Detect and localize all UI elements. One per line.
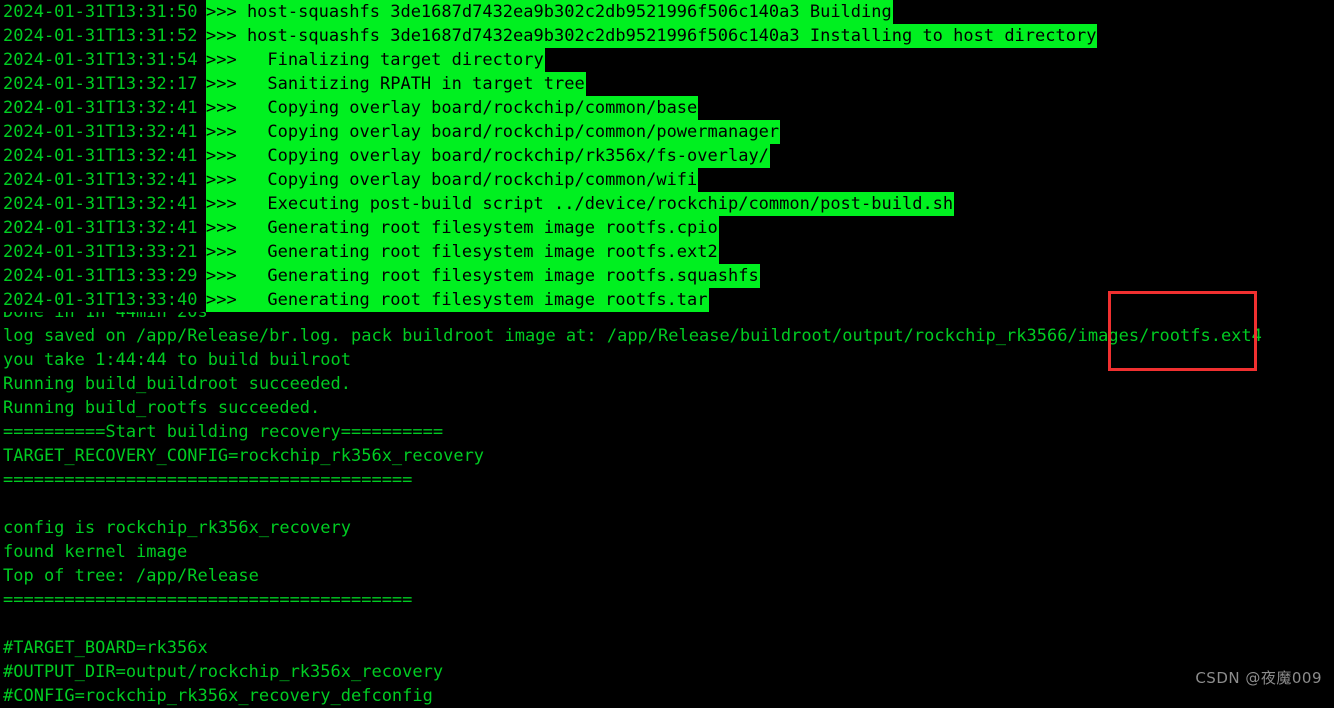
log-row: 2024-01-31T13:33:29 >>> Generating root … bbox=[0, 264, 1334, 288]
log-message: >>> Generating root filesystem image roo… bbox=[206, 264, 760, 288]
log-timestamp: 2024-01-31T13:32:41 bbox=[0, 192, 206, 216]
highlighted-log-block: 2024-01-31T13:31:50 >>> host-squashfs 3d… bbox=[0, 0, 1334, 312]
log-message: >>> Executing post-build script ../devic… bbox=[206, 192, 955, 216]
log-line: ======================================== bbox=[3, 470, 413, 490]
log-timestamp: 2024-01-31T13:32:41 bbox=[0, 96, 206, 120]
log-line: #TARGET_BOARD=rk356x bbox=[3, 638, 208, 658]
log-message: >>> Copying overlay board/rockchip/commo… bbox=[206, 168, 699, 192]
log-row: 2024-01-31T13:32:41 >>> Copying overlay … bbox=[0, 168, 1334, 192]
log-timestamp: 2024-01-31T13:32:41 bbox=[0, 216, 206, 240]
log-line: #CONFIG=rockchip_rk356x_recovery_defconf… bbox=[3, 686, 433, 706]
log-row: 2024-01-31T13:31:52 >>> host-squashfs 3d… bbox=[0, 24, 1334, 48]
log-message: >>> Generating root filesystem image roo… bbox=[206, 216, 719, 240]
log-row: 2024-01-31T13:32:41 >>> Generating root … bbox=[0, 216, 1334, 240]
log-row: 2024-01-31T13:32:17 >>> Sanitizing RPATH… bbox=[0, 72, 1334, 96]
log-timestamp: 2024-01-31T13:32:41 bbox=[0, 144, 206, 168]
log-line: Top of tree: /app/Release bbox=[3, 566, 259, 586]
log-timestamp: 2024-01-31T13:32:41 bbox=[0, 168, 206, 192]
log-line: log saved on /app/Release/br.log. pack b… bbox=[3, 326, 1262, 346]
plain-log-block: Done in 1h 44min 20s log saved on /app/R… bbox=[3, 300, 1334, 708]
log-line-blank bbox=[3, 492, 1334, 516]
log-message: >>> host-squashfs 3de1687d7432ea9b302c2d… bbox=[206, 0, 893, 24]
log-row: 2024-01-31T13:32:41 >>> Copying overlay … bbox=[0, 96, 1334, 120]
log-message: >>> Copying overlay board/rockchip/rk356… bbox=[206, 144, 770, 168]
log-timestamp: 2024-01-31T13:31:54 bbox=[0, 48, 206, 72]
log-message: >>> Copying overlay board/rockchip/commo… bbox=[206, 120, 781, 144]
log-timestamp: 2024-01-31T13:31:50 bbox=[0, 0, 206, 24]
log-row: 2024-01-31T13:32:41 >>> Copying overlay … bbox=[0, 144, 1334, 168]
log-message: >>> Sanitizing RPATH in target tree bbox=[206, 72, 586, 96]
log-row: 2024-01-31T13:33:40 >>> Generating root … bbox=[0, 288, 1334, 312]
log-timestamp: 2024-01-31T13:33:29 bbox=[0, 264, 206, 288]
log-line: config is rockchip_rk356x_recovery bbox=[3, 518, 351, 538]
log-line-blank bbox=[3, 612, 1334, 636]
log-line: Running build_rootfs succeeded. bbox=[3, 398, 321, 418]
log-row: 2024-01-31T13:32:41 >>> Copying overlay … bbox=[0, 120, 1334, 144]
log-line: ======================================== bbox=[3, 590, 413, 610]
log-line: Running build_buildroot succeeded. bbox=[3, 374, 351, 394]
log-timestamp: 2024-01-31T13:33:40 bbox=[0, 288, 206, 312]
log-message: >>> Generating root filesystem image roo… bbox=[206, 288, 709, 312]
log-message: >>> host-squashfs 3de1687d7432ea9b302c2d… bbox=[206, 24, 1098, 48]
log-timestamp: 2024-01-31T13:31:52 bbox=[0, 24, 206, 48]
log-line: TARGET_RECOVERY_CONFIG=rockchip_rk356x_r… bbox=[3, 446, 485, 466]
log-line: you take 1:44:44 to build builroot bbox=[3, 350, 351, 370]
log-timestamp: 2024-01-31T13:32:17 bbox=[0, 72, 206, 96]
log-row: 2024-01-31T13:31:50 >>> host-squashfs 3d… bbox=[0, 0, 1334, 24]
log-row: 2024-01-31T13:31:54 >>> Finalizing targe… bbox=[0, 48, 1334, 72]
log-line: #OUTPUT_DIR=output/rockchip_rk356x_recov… bbox=[3, 662, 444, 682]
log-message: >>> Generating root filesystem image roo… bbox=[206, 240, 719, 264]
log-row: 2024-01-31T13:33:21 >>> Generating root … bbox=[0, 240, 1334, 264]
log-timestamp: 2024-01-31T13:32:41 bbox=[0, 120, 206, 144]
log-line: found kernel image bbox=[3, 542, 188, 562]
log-row: 2024-01-31T13:32:41 >>> Executing post-b… bbox=[0, 192, 1334, 216]
log-message: >>> Finalizing target directory bbox=[206, 48, 545, 72]
log-message: >>> Copying overlay board/rockchip/commo… bbox=[206, 96, 699, 120]
terminal-window[interactable]: 2024-01-31T13:31:50 >>> host-squashfs 3d… bbox=[0, 0, 1334, 706]
csdn-watermark: CSDN @夜魔009 bbox=[1195, 669, 1322, 687]
log-line: ==========Start building recovery=======… bbox=[3, 422, 444, 442]
log-timestamp: 2024-01-31T13:33:21 bbox=[0, 240, 206, 264]
